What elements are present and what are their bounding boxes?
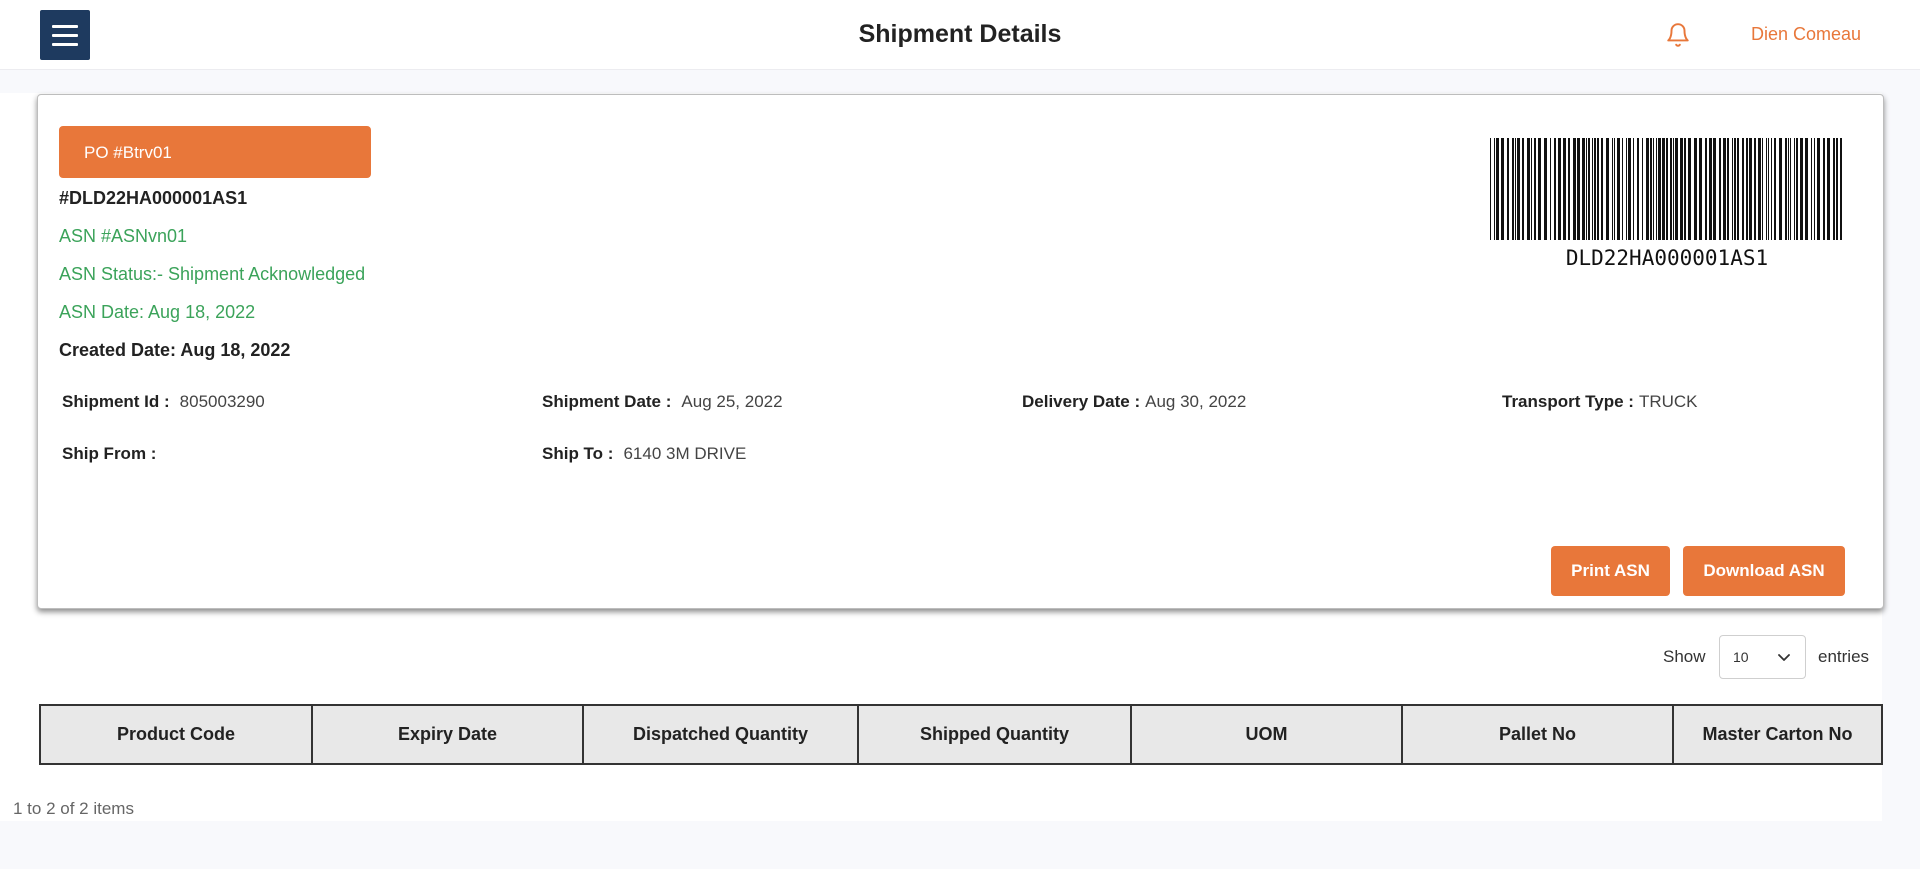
asn-number: ASN #ASNvn01 [59, 226, 188, 246]
asn-status: ASN Status:- Shipment Acknowledged [59, 264, 366, 284]
ship-from-label: Ship From : [62, 444, 157, 463]
shipment-date-field: Shipment Date : Aug 25, 2022 [542, 392, 783, 412]
delivery-date-value: Aug 30, 2022 [1145, 392, 1247, 411]
shipment-date-value: Aug 25, 2022 [681, 392, 783, 411]
download-asn-button[interactable]: Download ASN [1683, 546, 1845, 596]
shipment-id-value: 805003290 [179, 392, 265, 411]
asn-code: #DLD22HA000001AS1 [59, 188, 248, 208]
page-title: Shipment Details [858, 20, 1062, 48]
column-header-expiry-date[interactable]: Expiry Date [313, 706, 584, 763]
column-header-dispatched-quantity[interactable]: Dispatched Quantity [584, 706, 859, 763]
barcode-text: DLD22HA000001AS1 [1565, 246, 1769, 270]
entries-selected-value: 10 [1733, 649, 1749, 665]
user-name[interactable]: Dien Comeau [1751, 24, 1861, 45]
transport-type-label: Transport Type : [1502, 392, 1634, 411]
print-asn-button[interactable]: Print ASN [1551, 546, 1670, 596]
column-header-pallet-no[interactable]: Pallet No [1403, 706, 1674, 763]
column-header-master-carton-no[interactable]: Master Carton No [1674, 706, 1881, 763]
ship-from-field: Ship From : [62, 444, 166, 464]
column-header-product-code[interactable]: Product Code [41, 706, 313, 763]
table-header: Product Code Expiry Date Dispatched Quan… [39, 704, 1883, 765]
transport-type-value: TRUCK [1638, 392, 1698, 411]
asn-date: ASN Date: Aug 18, 2022 [59, 302, 256, 322]
ship-to-field: Ship To : 6140 3M DRIVE [542, 444, 746, 464]
top-bar: Shipment Details Dien Comeau [0, 0, 1920, 70]
barcode-image [1490, 138, 1842, 240]
entries-label: entries [1818, 647, 1870, 666]
created-date: Created Date: Aug 18, 2022 [59, 340, 291, 360]
delivery-date-label: Delivery Date : [1022, 392, 1141, 411]
delivery-date-field: Delivery Date : Aug 30, 2022 [1022, 392, 1246, 412]
show-label: Show [1663, 647, 1706, 666]
ship-to-label: Ship To : [542, 444, 614, 463]
shipment-id-field: Shipment Id : 805003290 [62, 392, 265, 412]
entries-select[interactable]: 10 [1719, 635, 1806, 679]
po-badge: PO #Btrv01 [59, 126, 371, 178]
pagination-summary: 1 to 2 of 2 items [13, 799, 134, 818]
shipment-id-label: Shipment Id : [62, 392, 170, 411]
shipment-date-label: Shipment Date : [542, 392, 672, 411]
bell-icon[interactable] [1665, 22, 1691, 48]
column-header-shipped-quantity[interactable]: Shipped Quantity [859, 706, 1132, 763]
column-header-uom[interactable]: UOM [1132, 706, 1403, 763]
transport-type-field: Transport Type : TRUCK [1502, 392, 1698, 412]
ship-to-value: 6140 3M DRIVE [623, 444, 747, 463]
chevron-down-icon [1778, 654, 1790, 661]
